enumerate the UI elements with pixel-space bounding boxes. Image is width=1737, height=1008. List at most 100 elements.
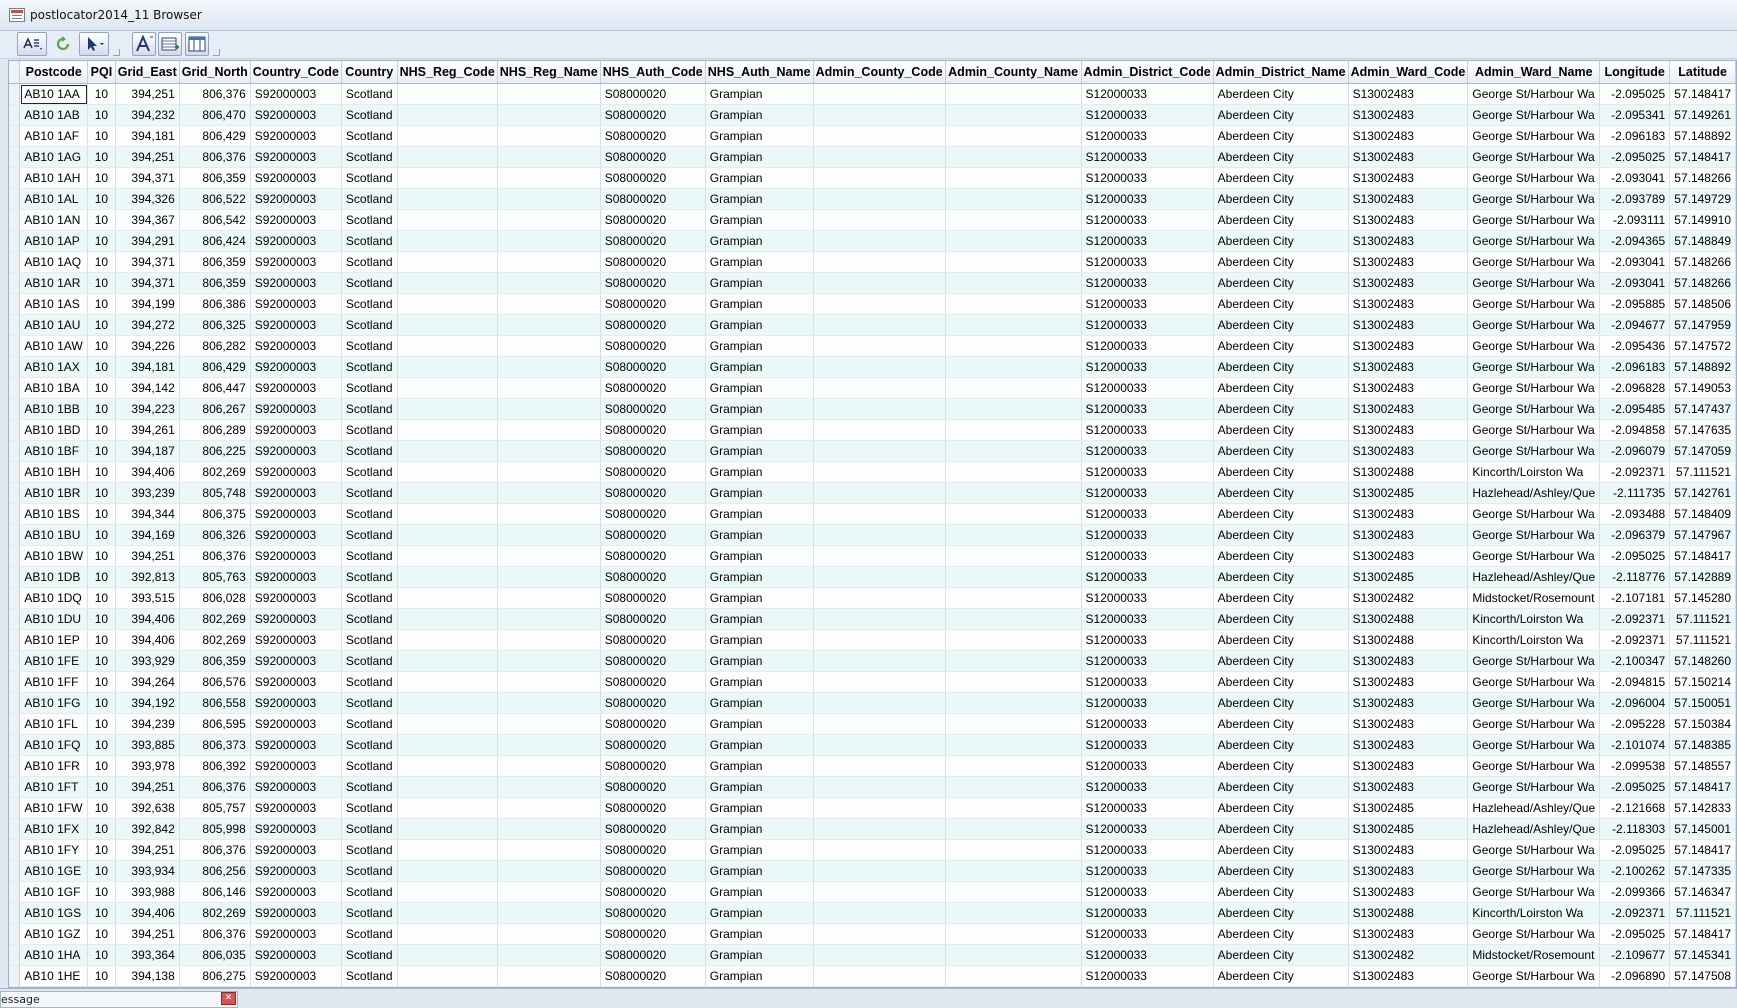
table-cell[interactable]: -2.093041 bbox=[1599, 272, 1671, 294]
table-cell[interactable]: Grampian bbox=[705, 524, 814, 546]
table-cell[interactable] bbox=[945, 251, 1082, 273]
table-cell[interactable]: -2.094815 bbox=[1599, 671, 1671, 693]
table-cell[interactable]: -2.095341 bbox=[1599, 104, 1671, 126]
table-cell[interactable]: 394,223 bbox=[115, 398, 180, 420]
table-cell[interactable]: 57.111521 bbox=[1669, 902, 1736, 924]
table-cell[interactable]: S92000003 bbox=[250, 608, 342, 630]
table-cell[interactable]: 805,757 bbox=[179, 797, 251, 819]
table-cell[interactable]: Scotland bbox=[341, 944, 398, 966]
table-cell[interactable] bbox=[945, 524, 1082, 546]
table-cell[interactable]: 806,028 bbox=[179, 587, 251, 609]
table-cell[interactable]: AB10 1AB bbox=[19, 104, 89, 126]
refresh-icon[interactable] bbox=[52, 32, 74, 56]
table-cell[interactable]: S12000033 bbox=[1081, 398, 1214, 420]
table-cell[interactable]: S13002483 bbox=[1348, 188, 1469, 210]
table-cell[interactable]: George St/Harbour Wa bbox=[1467, 776, 1601, 798]
row-header[interactable] bbox=[9, 839, 21, 861]
table-cell[interactable]: -2.096079 bbox=[1599, 440, 1671, 462]
table-cell[interactable]: Aberdeen City bbox=[1213, 335, 1349, 357]
table-cell[interactable]: Scotland bbox=[341, 923, 398, 945]
table-cell[interactable]: AB10 1GE bbox=[19, 860, 89, 882]
table-cell[interactable]: S13002483 bbox=[1348, 881, 1469, 903]
table-cell[interactable] bbox=[397, 398, 498, 420]
table-cell[interactable]: Scotland bbox=[341, 629, 398, 651]
table-cell[interactable]: George St/Harbour Wa bbox=[1467, 881, 1601, 903]
table-cell[interactable]: -2.093041 bbox=[1599, 167, 1671, 189]
table-cell[interactable]: 806,289 bbox=[179, 419, 251, 441]
table-row[interactable]: AB10 1GE 10 393,934 806,256 S92000003 Scotlan… bbox=[9, 860, 1736, 882]
table-cell[interactable]: George St/Harbour Wa bbox=[1467, 419, 1601, 441]
table-cell[interactable]: 57.150384 bbox=[1669, 713, 1736, 735]
table-cell[interactable]: S12000033 bbox=[1081, 356, 1214, 378]
table-cell[interactable]: S92000003 bbox=[250, 587, 342, 609]
table-cell[interactable]: Scotland bbox=[341, 356, 398, 378]
table-cell[interactable]: Aberdeen City bbox=[1213, 461, 1349, 483]
table-cell[interactable]: S08000020 bbox=[600, 692, 706, 714]
table-cell[interactable]: 10 bbox=[87, 230, 116, 252]
table-cell[interactable]: AB10 1BD bbox=[19, 419, 89, 441]
table-cell[interactable]: S13002488 bbox=[1348, 902, 1469, 924]
table-cell[interactable]: Aberdeen City bbox=[1213, 272, 1349, 294]
table-cell[interactable] bbox=[397, 104, 498, 126]
table-cell[interactable] bbox=[497, 839, 601, 861]
table-cell[interactable]: Grampian bbox=[705, 692, 814, 714]
table-cell[interactable]: 57.145001 bbox=[1669, 818, 1736, 840]
table-cell[interactable]: 57.150051 bbox=[1669, 692, 1736, 714]
table-cell[interactable] bbox=[945, 461, 1082, 483]
table-cell[interactable]: Scotland bbox=[341, 713, 398, 735]
table-cell[interactable]: Hazlehead/Ashley/Que bbox=[1467, 566, 1601, 588]
row-header[interactable] bbox=[9, 545, 21, 567]
table-cell[interactable] bbox=[497, 356, 601, 378]
table-cell[interactable] bbox=[945, 104, 1082, 126]
table-cell[interactable]: Grampian bbox=[705, 272, 814, 294]
table-cell[interactable]: 393,934 bbox=[115, 860, 180, 882]
table-cell[interactable]: AB10 1AH bbox=[19, 167, 89, 189]
table-cell[interactable]: S08000020 bbox=[600, 524, 706, 546]
table-cell[interactable]: Aberdeen City bbox=[1213, 356, 1349, 378]
table-cell[interactable]: Kincorth/Loirston Wa bbox=[1467, 461, 1601, 483]
table-cell[interactable]: 806,267 bbox=[179, 398, 251, 420]
table-cell[interactable]: -2.093789 bbox=[1599, 188, 1671, 210]
table-cell[interactable]: -2.095025 bbox=[1599, 83, 1671, 105]
row-header[interactable] bbox=[9, 419, 21, 441]
column-header-nhs-auth-name[interactable]: NHS_Auth_Name bbox=[705, 61, 814, 84]
table-cell[interactable]: 806,386 bbox=[179, 293, 251, 315]
table-cell[interactable]: 806,447 bbox=[179, 377, 251, 399]
row-header[interactable] bbox=[9, 167, 21, 189]
table-cell[interactable]: Aberdeen City bbox=[1213, 734, 1349, 756]
table-row[interactable]: AB10 1GS 10 394,406 802,269 S92000003 Scotlan… bbox=[9, 902, 1736, 924]
table-cell[interactable]: S92000003 bbox=[250, 419, 342, 441]
table-cell[interactable]: Aberdeen City bbox=[1213, 293, 1349, 315]
row-header[interactable] bbox=[9, 398, 21, 420]
table-cell[interactable]: 394,239 bbox=[115, 713, 180, 735]
table-cell[interactable]: 393,239 bbox=[115, 482, 180, 504]
table-cell[interactable]: AB10 1AN bbox=[19, 209, 89, 231]
table-cell[interactable]: Kincorth/Loirston Wa bbox=[1467, 608, 1601, 630]
table-cell[interactable]: S12000033 bbox=[1081, 650, 1214, 672]
table-cell[interactable]: S12000033 bbox=[1081, 881, 1214, 903]
table-cell[interactable]: Aberdeen City bbox=[1213, 482, 1349, 504]
row-header[interactable] bbox=[9, 293, 21, 315]
table-cell[interactable] bbox=[813, 146, 946, 168]
table-cell[interactable] bbox=[397, 776, 498, 798]
column-header-country[interactable]: Country bbox=[341, 61, 398, 84]
table-cell[interactable]: -2.109677 bbox=[1599, 944, 1671, 966]
table-cell[interactable]: S12000033 bbox=[1081, 104, 1214, 126]
table-cell[interactable]: Grampian bbox=[705, 104, 814, 126]
table-cell[interactable]: Scotland bbox=[341, 230, 398, 252]
table-cell[interactable] bbox=[813, 671, 946, 693]
table-cell[interactable] bbox=[813, 923, 946, 945]
table-cell[interactable]: AB10 1AG bbox=[19, 146, 89, 168]
table-cell[interactable]: 806,576 bbox=[179, 671, 251, 693]
table-cell[interactable]: Scotland bbox=[341, 293, 398, 315]
table-cell[interactable]: S08000020 bbox=[600, 356, 706, 378]
table-cell[interactable]: -2.095228 bbox=[1599, 713, 1671, 735]
table-cell[interactable]: -2.099538 bbox=[1599, 755, 1671, 777]
row-header[interactable] bbox=[9, 650, 21, 672]
table-cell[interactable]: 10 bbox=[87, 587, 116, 609]
table-cell[interactable]: S92000003 bbox=[250, 293, 342, 315]
table-cell[interactable]: S08000020 bbox=[600, 272, 706, 294]
row-header[interactable] bbox=[9, 734, 21, 756]
row-header[interactable] bbox=[9, 965, 21, 987]
table-cell[interactable]: S08000020 bbox=[600, 146, 706, 168]
